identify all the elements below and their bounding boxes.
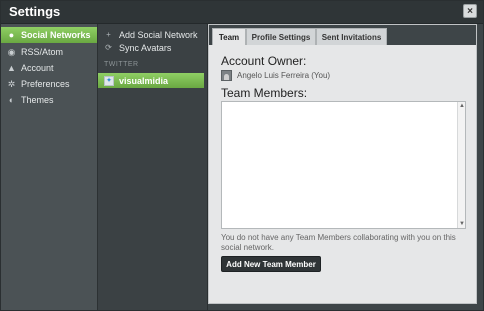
- network-section-label: TWITTER: [104, 61, 139, 68]
- nav-item-label: Account: [21, 63, 54, 73]
- window-title: Settings: [9, 4, 61, 19]
- scroll-down-icon[interactable]: ▼: [458, 220, 466, 228]
- network-account-item[interactable]: ✦ visualmidia: [98, 73, 204, 88]
- sync-avatars-link[interactable]: ⟳ Sync Avatars: [104, 41, 171, 54]
- add-social-network-label: Add Social Network: [119, 29, 198, 40]
- empty-team-message: You do not have any Team Members collabo…: [221, 233, 456, 252]
- sync-icon: ⟳: [105, 43, 112, 52]
- team-members-list[interactable]: ▲ ▼: [221, 101, 466, 229]
- nav-item-rss-atom[interactable]: ◉ RSS/Atom: [1, 44, 97, 60]
- settings-content: Team Profile Settings Sent Invitations A…: [208, 24, 477, 304]
- tab-sent-invitations[interactable]: Sent Invitations: [316, 28, 387, 45]
- scroll-up-icon[interactable]: ▲: [458, 102, 466, 110]
- tab-bar: Team Profile Settings Sent Invitations: [209, 25, 476, 45]
- account-owner-heading: Account Owner:: [221, 54, 307, 68]
- title-bar: Settings ×: [1, 1, 483, 24]
- scrollbar[interactable]: ▲ ▼: [457, 102, 465, 228]
- rss-icon: ◉: [7, 46, 16, 57]
- tab-profile-settings[interactable]: Profile Settings: [246, 28, 316, 45]
- network-account-name: visualmidia: [119, 75, 169, 86]
- tab-team[interactable]: Team: [212, 28, 246, 45]
- nav-item-themes[interactable]: ◐ Themes: [1, 92, 97, 108]
- avatar: [221, 70, 232, 81]
- account-owner: Angelo Luis Ferreira (You): [221, 70, 330, 81]
- gear-icon: ✲: [7, 78, 16, 89]
- users-icon: ●: [8, 30, 15, 40]
- nav-item-label: RSS/Atom: [21, 47, 64, 57]
- close-button[interactable]: ×: [463, 4, 477, 18]
- owner-name: Angelo Luis Ferreira (You): [237, 71, 331, 80]
- account-icon: ▲: [7, 63, 16, 73]
- plus-icon: +: [106, 30, 111, 39]
- nav-item-label: Themes: [21, 95, 54, 105]
- nav-item-account[interactable]: ▲ Account: [1, 60, 97, 76]
- account-avatar-icon: ✦: [104, 75, 114, 86]
- nav-item-label: Social Networks: [21, 30, 91, 40]
- network-column: + Add Social Network ⟳ Sync Avatars TWIT…: [98, 24, 208, 310]
- palette-icon: ◐: [8, 95, 15, 105]
- nav-item-label: Preferences: [21, 79, 70, 89]
- add-team-member-button[interactable]: Add New Team Member: [221, 256, 321, 272]
- team-members-heading: Team Members:: [221, 86, 308, 100]
- nav-item-social-networks[interactable]: ● Social Networks: [1, 27, 97, 43]
- sync-avatars-label: Sync Avatars: [119, 42, 172, 53]
- settings-window: Settings × ● Social Networks ◉ RSS/Atom …: [0, 0, 484, 311]
- settings-nav: ● Social Networks ◉ RSS/Atom ▲ Account ✲…: [1, 24, 98, 310]
- close-icon: ×: [467, 5, 473, 17]
- nav-item-preferences[interactable]: ✲ Preferences: [1, 76, 97, 92]
- add-social-network-link[interactable]: + Add Social Network: [104, 28, 198, 41]
